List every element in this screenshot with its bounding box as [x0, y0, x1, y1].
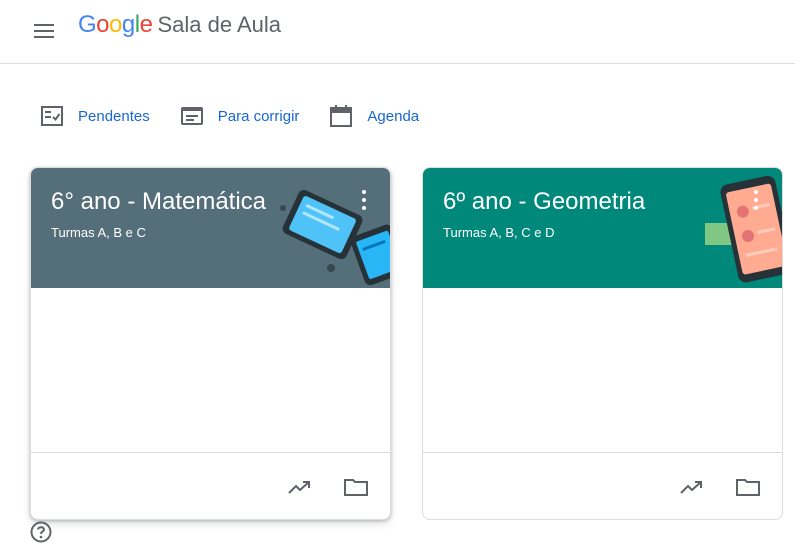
nav-pendentes-label: Pendentes	[78, 107, 150, 125]
card-footer	[423, 452, 782, 519]
course-title[interactable]: 6° ano - Matemática	[51, 188, 266, 216]
top-app-bar: Google Sala de Aula	[0, 0, 795, 64]
more-vert-icon[interactable]	[752, 190, 760, 210]
hamburger-menu-icon	[34, 24, 54, 38]
nav-pendentes[interactable]: Pendentes	[40, 104, 150, 128]
nav-para-corrigir[interactable]: Para corrigir	[180, 104, 300, 128]
trending-up-icon[interactable]	[678, 473, 706, 501]
course-card-geometria[interactable]: 6º ano - Geometria Turmas A, B, C e D	[422, 167, 783, 520]
course-section: Turmas A, B, C e D	[443, 225, 555, 240]
course-card-matematica[interactable]: 6° ano - Matemática Turmas A, B e C	[30, 167, 391, 520]
folder-icon[interactable]	[734, 473, 762, 501]
course-section: Turmas A, B e C	[51, 225, 146, 240]
google-wordmark: Google	[78, 11, 153, 38]
todo-checklist-icon	[40, 104, 64, 128]
course-banner: 6° ano - Matemática Turmas A, B e C	[31, 168, 390, 288]
calendar-icon	[329, 104, 353, 128]
folder-icon[interactable]	[342, 473, 370, 501]
help-icon[interactable]	[30, 521, 52, 543]
trending-up-icon[interactable]	[286, 473, 314, 501]
nav-agenda-label: Agenda	[367, 107, 420, 125]
more-vert-icon[interactable]	[360, 190, 368, 210]
main-menu-button[interactable]	[30, 17, 58, 45]
app-logo[interactable]: Google Sala de Aula	[78, 11, 281, 45]
to-review-icon	[180, 104, 204, 128]
top-navigation: Pendentes Para corrigir Agenda	[40, 100, 449, 132]
card-footer	[31, 452, 390, 519]
nav-para-corrigir-label: Para corrigir	[217, 107, 300, 125]
product-name: Sala de Aula	[157, 12, 281, 37]
course-banner: 6º ano - Geometria Turmas A, B, C e D	[423, 168, 782, 288]
course-title[interactable]: 6º ano - Geometria	[443, 188, 645, 216]
nav-agenda[interactable]: Agenda	[329, 104, 419, 128]
